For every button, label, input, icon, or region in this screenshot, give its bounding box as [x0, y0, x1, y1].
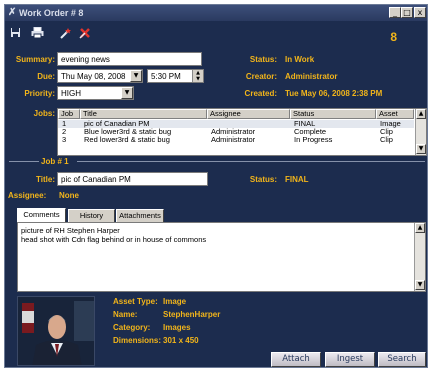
- time-spinner-icon[interactable]: ▲ ▼: [192, 70, 203, 82]
- asset-thumbnail: [17, 296, 95, 366]
- job-status-value: FINAL: [285, 175, 309, 184]
- tab-history[interactable]: History: [68, 209, 115, 222]
- minimize-button[interactable]: _: [389, 7, 401, 18]
- scroll-down-icon[interactable]: ▼: [415, 280, 425, 290]
- close-button[interactable]: x: [414, 7, 426, 18]
- jobs-label: Jobs:: [33, 109, 55, 118]
- creator-value: Administrator: [285, 72, 338, 81]
- column-header-job[interactable]: Job: [58, 109, 80, 119]
- search-button[interactable]: Search: [378, 352, 426, 367]
- asset-type-value: Image: [163, 297, 187, 306]
- row-title: Red lower3rd & static bug: [84, 135, 170, 144]
- save-icon[interactable]: [10, 27, 21, 41]
- row-status: In Progress: [294, 135, 333, 144]
- due-date-value: Thu May 08, 2008: [61, 72, 126, 81]
- table-row[interactable]: 3 Red lower3rd & static bug Administrato…: [58, 136, 414, 144]
- chevron-down-icon[interactable]: ▼: [130, 70, 142, 82]
- jobs-scrollbar[interactable]: ▲ ▼: [415, 109, 426, 155]
- asset-name-value: StephenHarper: [163, 310, 221, 319]
- jobs-table[interactable]: Job Title Assignee Status Asset 1 pic of…: [57, 108, 427, 156]
- scroll-down-icon[interactable]: ▼: [416, 144, 426, 154]
- work-order-number: 8: [390, 30, 397, 44]
- summary-field[interactable]: evening news: [57, 52, 202, 66]
- column-header-asset[interactable]: Asset: [376, 109, 414, 119]
- divider: [77, 161, 425, 162]
- due-date-field[interactable]: Thu May 08, 2008 ▼: [57, 69, 143, 83]
- status-label: Status:: [249, 55, 277, 64]
- job-detail-header: Job # 1: [41, 157, 69, 166]
- maximize-button[interactable]: □: [401, 7, 413, 18]
- row-job: 3: [62, 135, 67, 144]
- wand-icon[interactable]: [60, 27, 72, 42]
- chevron-down-icon[interactable]: ▼: [121, 87, 133, 99]
- creator-label: Creator:: [245, 72, 277, 81]
- job-status-label: Status:: [249, 175, 277, 184]
- work-order-window: ✗ Work Order # 8 _ □ x 8 Summary: evenin…: [4, 4, 428, 368]
- column-header-assignee[interactable]: Assignee: [207, 109, 290, 119]
- column-header-status[interactable]: Status: [290, 109, 376, 119]
- scroll-up-icon[interactable]: ▲: [415, 223, 425, 233]
- row-asset: Clip: [380, 135, 393, 144]
- tab-comments[interactable]: Comments: [17, 208, 66, 222]
- tab-attachments[interactable]: Attachments: [116, 209, 164, 222]
- status-value: In Work: [285, 55, 315, 64]
- assignee-label: Assignee:: [8, 191, 47, 200]
- print-icon[interactable]: [31, 27, 44, 41]
- app-logo-icon: ✗: [8, 7, 17, 18]
- comment-line: head shot with Cdn flag behind or in hou…: [21, 235, 207, 244]
- asset-category-value: Images: [163, 323, 191, 332]
- created-label: Created:: [244, 89, 277, 98]
- due-label: Due:: [37, 72, 55, 81]
- window-title: Work Order # 8: [19, 8, 84, 18]
- comments-textarea[interactable]: picture of RH Stephen Harper head shot w…: [17, 222, 426, 292]
- comment-line: picture of RH Stephen Harper: [21, 226, 120, 235]
- due-time-value: 5:30 PM: [151, 72, 181, 81]
- column-header-title[interactable]: Title: [80, 109, 207, 119]
- asset-category-label: Category:: [113, 323, 151, 332]
- attach-button[interactable]: Attach: [271, 352, 321, 367]
- job-title-label: Title:: [36, 175, 55, 184]
- asset-dimensions-value: 301 x 450: [163, 336, 199, 345]
- asset-type-label: Asset Type:: [113, 297, 158, 306]
- row-assignee: Administrator: [211, 135, 256, 144]
- delete-icon[interactable]: [79, 27, 91, 42]
- scroll-up-icon[interactable]: ▲: [416, 109, 426, 119]
- divider: [9, 161, 39, 162]
- summary-label: Summary:: [15, 55, 55, 64]
- comments-scrollbar[interactable]: ▲ ▼: [414, 223, 425, 291]
- asset-name-label: Name:: [113, 310, 138, 319]
- ingest-button[interactable]: Ingest: [325, 352, 375, 367]
- due-time-field[interactable]: 5:30 PM ▲ ▼: [147, 69, 204, 83]
- created-value: Tue May 06, 2008 2:38 PM: [285, 89, 383, 98]
- toolbar: 8: [5, 22, 427, 46]
- assignee-value: None: [59, 191, 79, 200]
- title-bar[interactable]: ✗ Work Order # 8 _ □ x: [5, 5, 427, 21]
- priority-label: Priority:: [24, 89, 55, 98]
- priority-value: HIGH: [61, 89, 81, 98]
- priority-select[interactable]: HIGH ▼: [57, 86, 134, 100]
- asset-dimensions-label: Dimensions:: [113, 336, 162, 345]
- job-title-field[interactable]: pic of Canadian PM: [57, 172, 208, 186]
